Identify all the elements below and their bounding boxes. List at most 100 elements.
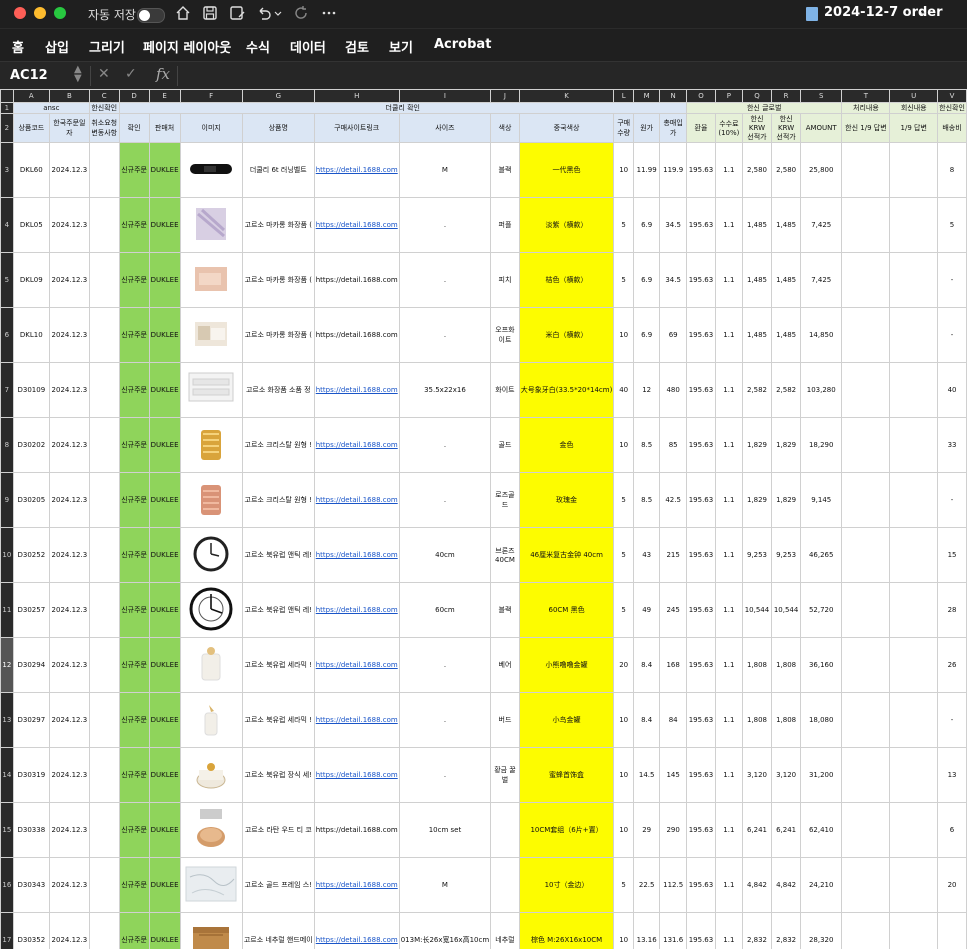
seller-cell[interactable]: DUKLEE [148,142,181,198]
cost-cell[interactable]: 43 [633,527,661,583]
krw-price-2-cell[interactable]: 4,842 [771,857,802,913]
seller-cell[interactable]: DUKLEE [148,527,181,583]
image-cell[interactable] [179,417,243,473]
image-cell[interactable] [179,527,243,583]
purchase-link-cell[interactable]: https://detail.1688.com [313,417,400,473]
krw-price-cell[interactable]: 1,485 [741,197,773,253]
reply-answer-cell[interactable] [889,527,939,583]
krw-price-cell[interactable]: 1,485 [741,307,773,363]
chinese-color-cell[interactable]: 玫瑰金 [518,472,615,528]
amount-cell[interactable]: 7,425 [800,197,843,253]
column-title-v[interactable]: 배송비 [937,113,967,143]
cancel-request-cell[interactable] [88,582,120,638]
purchase-link[interactable]: https://detail.1688.com [316,496,398,504]
krw-price-cell[interactable]: 10,544 [741,582,773,638]
exchange-rate-cell[interactable]: 195.63 [686,417,716,473]
image-cell[interactable] [179,252,243,308]
color-cell[interactable]: 로즈골드 [490,472,520,528]
column-header-l[interactable]: L [613,89,635,103]
row-header[interactable]: 5 [0,252,14,308]
exchange-rate-cell[interactable]: 195.63 [686,142,716,198]
group-header-reply[interactable]: 회신내용 [889,102,939,114]
column-title-j[interactable]: 색상 [490,113,520,143]
column-header-e[interactable]: E [148,89,181,103]
column-header-d[interactable]: D [118,89,150,103]
product-code-cell[interactable]: DKL09 [12,252,50,308]
ribbon-tab-4[interactable]: 수식 [246,37,270,56]
chinese-color-cell[interactable]: 金色 [518,417,615,473]
reply-answer-cell[interactable] [889,857,939,913]
reply-answer-cell[interactable] [889,802,939,858]
krw-price-cell[interactable]: 3,120 [741,747,773,803]
cancel-request-cell[interactable] [88,417,120,473]
column-header-p[interactable]: P [714,89,743,103]
color-cell[interactable]: 황금 꿀벌 [490,747,520,803]
order-date-cell[interactable]: 2024.12.3 [48,417,90,473]
product-name-cell[interactable]: 고르소 네추럴 핸드메이 [241,912,315,949]
size-cell[interactable]: . [398,197,492,253]
column-title-f[interactable]: 이미지 [179,113,243,143]
chinese-color-cell[interactable]: 46厘米复古金钟 40cm [518,527,615,583]
save-as-icon[interactable] [228,4,246,22]
product-name-cell[interactable]: 고르소 라탄 우드 티 코 [241,802,315,858]
product-code-cell[interactable]: D30338 [12,802,50,858]
chinese-color-cell[interactable]: 米白（横款） [518,307,615,363]
fee-cell[interactable]: 1.1 [714,142,743,198]
column-header-n[interactable]: N [659,89,687,103]
amount-cell[interactable]: 24,210 [800,857,843,913]
chinese-color-cell[interactable]: 10寸（金边） [518,857,615,913]
size-cell[interactable]: . [398,472,492,528]
amount-cell[interactable]: 18,080 [800,692,843,748]
cost-cell[interactable]: 11.99 [633,142,661,198]
column-title-e[interactable]: 판매처 [148,113,181,143]
quantity-cell[interactable]: 10 [613,912,635,949]
product-name-cell[interactable]: 고르소 북유럽 세라믹 ! [241,692,315,748]
image-cell[interactable] [179,472,243,528]
total-cost-cell[interactable]: 245 [659,582,687,638]
row-header[interactable]: 8 [0,417,14,473]
krw-price-cell[interactable]: 2,832 [741,912,773,949]
krw-price-2-cell[interactable]: 1,485 [771,252,802,308]
cost-cell[interactable]: 49 [633,582,661,638]
purchase-link-cell[interactable]: https://detail.1688.com [313,362,400,418]
column-title-r[interactable]: 한신KRW 선적가 [771,113,802,143]
exchange-rate-cell[interactable]: 195.63 [686,692,716,748]
purchase-link[interactable]: https://detail.1688.com [316,441,398,449]
confirm-status-cell[interactable]: 신규주문 [118,142,150,198]
product-name-cell[interactable]: 고르소 크리스탈 원형 ! [241,417,315,473]
product-name-cell[interactable]: 고르소 골드 프레임 스! [241,857,315,913]
krw-price-cell[interactable]: 2,582 [741,362,773,418]
purchase-link-cell[interactable]: https://detail.1688.com [313,527,400,583]
chinese-color-cell[interactable]: 小熊噜噜金罐 [518,637,615,693]
shipping-cell[interactable]: 15 [937,527,967,583]
chinese-color-cell[interactable]: 小鸟金罐 [518,692,615,748]
seller-cell[interactable]: DUKLEE [148,637,181,693]
order-date-cell[interactable]: 2024.12.3 [48,197,90,253]
quantity-cell[interactable]: 40 [613,362,635,418]
krw-price-cell[interactable]: 9,253 [741,527,773,583]
image-cell[interactable] [179,802,243,858]
column-header-g[interactable]: G [241,89,315,103]
total-cost-cell[interactable]: 119.9 [659,142,687,198]
amount-cell[interactable]: 36,160 [800,637,843,693]
order-date-cell[interactable]: 2024.12.3 [48,527,90,583]
title-chevron-icon[interactable]: ⌄ [918,4,928,18]
hanshin-answer-cell[interactable] [841,362,891,418]
krw-price-2-cell[interactable]: 2,832 [771,912,802,949]
group-header-processing[interactable]: 처리내용 [841,102,891,114]
reply-answer-cell[interactable] [889,362,939,418]
hanshin-answer-cell[interactable] [841,197,891,253]
exchange-rate-cell[interactable]: 195.63 [686,857,716,913]
exchange-rate-cell[interactable]: 195.63 [686,637,716,693]
image-cell[interactable] [179,197,243,253]
ribbon-tab-5[interactable]: 데이터 [290,37,326,56]
hanshin-answer-cell[interactable] [841,747,891,803]
cancel-request-cell[interactable] [88,857,120,913]
purchase-link-cell[interactable]: https://detail.1688.com [313,857,400,913]
fee-cell[interactable]: 1.1 [714,472,743,528]
quantity-cell[interactable]: 10 [613,747,635,803]
cost-cell[interactable]: 6.9 [633,197,661,253]
chinese-color-cell[interactable]: 桔色（横款） [518,252,615,308]
shipping-cell[interactable]: 8 [937,142,967,198]
size-cell[interactable]: M [398,142,492,198]
